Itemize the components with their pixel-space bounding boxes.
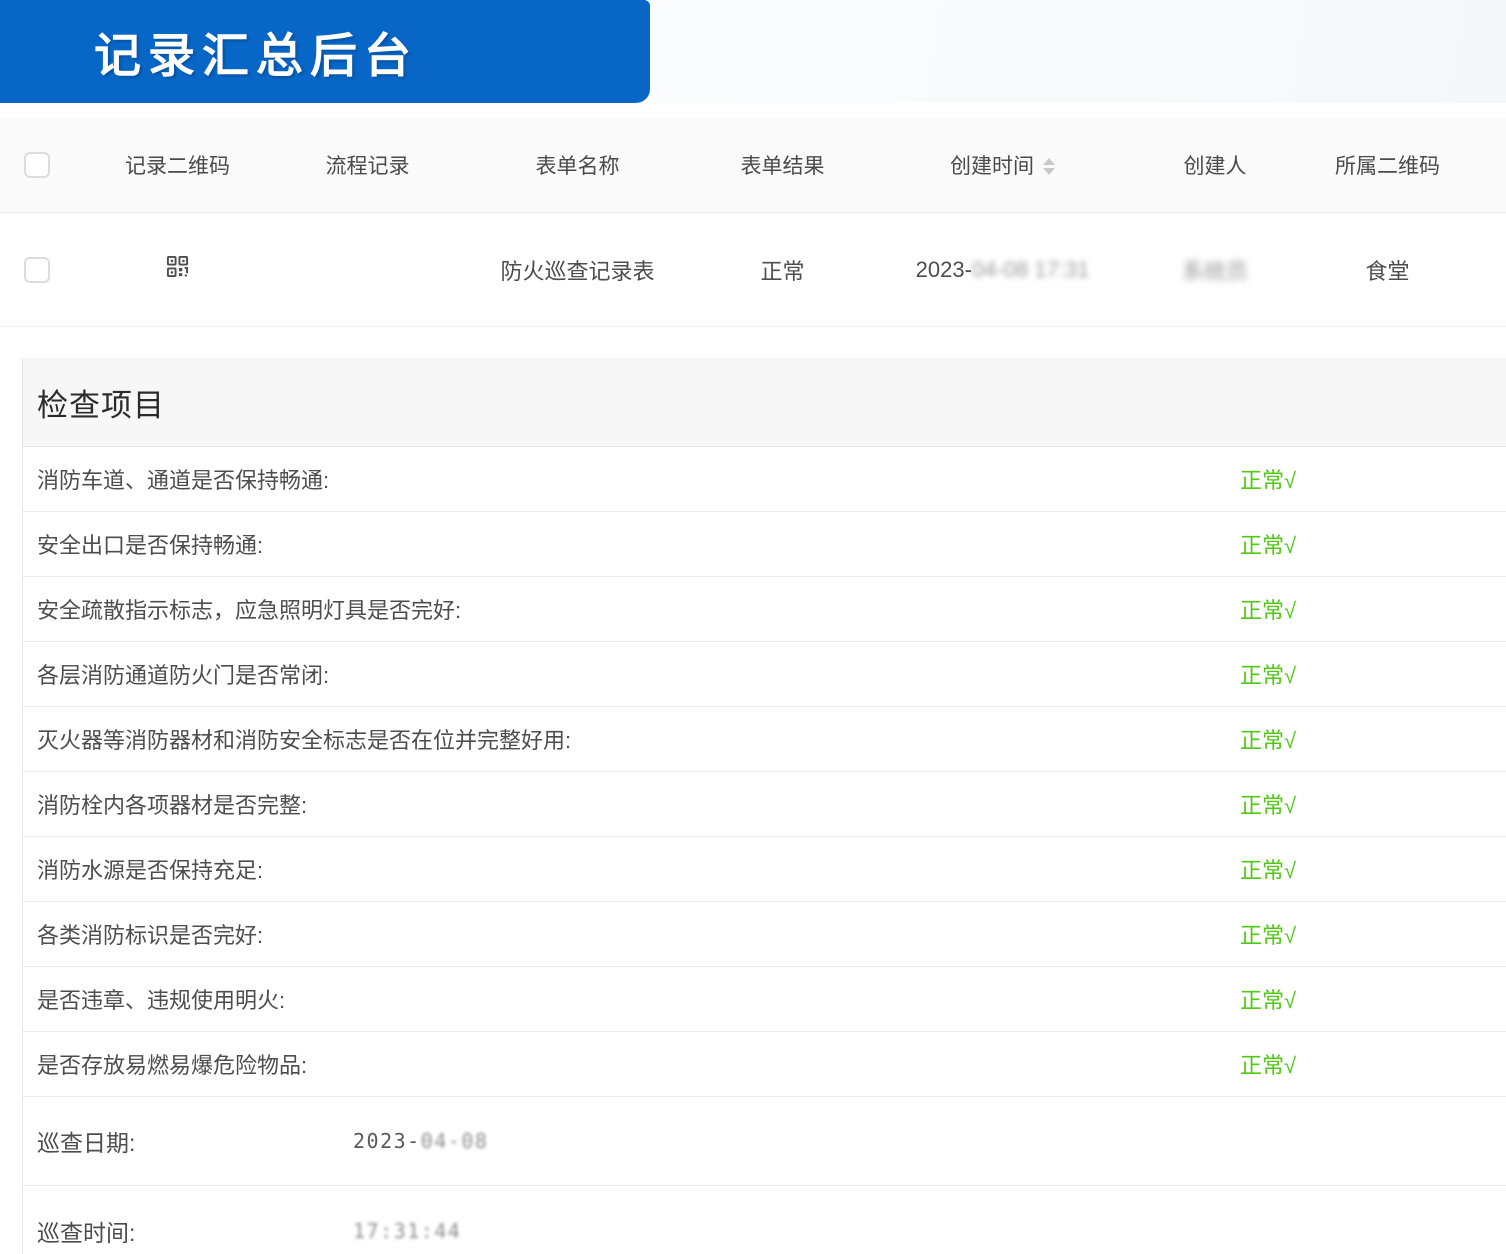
check-item-row: 安全出口是否保持畅通: 正常√	[23, 512, 1506, 577]
check-item-label: 各类消防标识是否完好:	[37, 918, 263, 950]
created-time-label: 创建时间	[950, 155, 1034, 178]
check-item-row: 各类消防标识是否完好: 正常√	[23, 902, 1506, 967]
table-header-row: 记录二维码 流程记录 表单名称 表单结果 创建时间 创建人 所属二维码	[0, 117, 1506, 213]
check-item-label: 消防车道、通道是否保持畅通:	[37, 463, 329, 495]
check-item-value: 正常√	[1240, 853, 1296, 885]
check-item-label: 各层消防通道防火门是否常闭:	[37, 658, 329, 690]
check-items-list: 消防车道、通道是否保持畅通: 正常√ 安全出口是否保持畅通: 正常√ 安全疏散指…	[23, 447, 1506, 1097]
inspection-detail-panel: 检查项目 消防车道、通道是否保持畅通: 正常√ 安全出口是否保持畅通: 正常√ …	[22, 358, 1506, 1254]
check-item-row: 消防栓内各项器材是否完整: 正常√	[23, 772, 1506, 837]
inspect-time-blurred: 17:31:44	[353, 1219, 461, 1243]
check-item-label: 安全疏散指示标志，应急照明灯具是否完好:	[37, 593, 461, 625]
created-time-blurred: 04-08 17:31	[972, 257, 1089, 282]
header-checkbox-cell	[0, 152, 75, 178]
qrcode-icon[interactable]	[166, 255, 189, 278]
inspect-time-label: 巡查时间:	[37, 1214, 135, 1248]
select-all-checkbox[interactable]	[24, 152, 50, 178]
column-header-creator: 创建人	[1140, 150, 1290, 180]
form-name-cell: 防火巡查记录表	[455, 254, 700, 286]
column-header-record-qr: 记录二维码	[75, 150, 280, 180]
sort-carets-icon[interactable]	[1043, 158, 1055, 175]
table-row: 防火巡查记录表 正常 2023-04-08 17:31 系统员 食堂	[0, 213, 1506, 327]
panel-header: 检查项目	[23, 358, 1506, 447]
inspect-time-value: 17:31:44	[353, 1219, 461, 1243]
check-item-label: 是否违章、违规使用明火:	[37, 983, 285, 1015]
page-title: 记录汇总后台	[94, 17, 418, 86]
panel-title: 检查项目	[37, 380, 165, 425]
created-time-cell: 2023-04-08 17:31	[865, 257, 1140, 283]
creator-name-blurred: 系统员	[1182, 259, 1248, 284]
check-item-value: 正常√	[1240, 788, 1296, 820]
check-item-label: 消防水源是否保持充足:	[37, 853, 263, 885]
column-header-form-result: 表单结果	[700, 150, 865, 180]
check-item-label: 安全出口是否保持畅通:	[37, 528, 263, 560]
owner-qr-cell: 食堂	[1290, 254, 1485, 286]
row-checkbox[interactable]	[24, 257, 50, 283]
inspect-date-visible: 2023-	[353, 1129, 421, 1153]
row-checkbox-cell	[0, 256, 75, 283]
check-item-value: 正常√	[1240, 528, 1296, 560]
check-item-row: 安全疏散指示标志，应急照明灯具是否完好: 正常√	[23, 577, 1506, 642]
check-item-label: 消防栓内各项器材是否完整:	[37, 788, 307, 820]
check-item-value: 正常√	[1240, 983, 1296, 1015]
check-item-value: 正常√	[1240, 723, 1296, 755]
inspect-time-row: 巡查时间: 17:31:44	[23, 1186, 1506, 1254]
inspect-date-label: 巡查日期:	[37, 1124, 135, 1158]
inspect-date-value: 2023-04-08	[353, 1129, 488, 1153]
check-item-value: 正常√	[1240, 463, 1296, 495]
check-item-row: 各层消防通道防火门是否常闭: 正常√	[23, 642, 1506, 707]
caret-up-icon[interactable]	[1043, 158, 1055, 165]
inspect-date-blurred: 04-08	[421, 1129, 489, 1153]
creator-cell: 系统员	[1140, 254, 1290, 286]
check-item-value: 正常√	[1240, 1048, 1296, 1080]
column-header-owner-qr: 所属二维码	[1290, 150, 1485, 180]
record-qr-cell	[75, 255, 280, 284]
check-item-label: 灭火器等消防器材和消防安全标志是否在位并完整好用:	[37, 723, 571, 755]
inspect-date-row: 巡查日期: 2023-04-08	[23, 1097, 1506, 1186]
spacer	[0, 103, 1506, 117]
column-header-form-name: 表单名称	[455, 150, 700, 180]
check-item-label: 是否存放易燃易爆危险物品:	[37, 1048, 307, 1080]
page-header: 记录汇总后台	[0, 0, 1506, 103]
check-item-row: 灭火器等消防器材和消防安全标志是否在位并完整好用: 正常√	[23, 707, 1506, 772]
caret-down-icon[interactable]	[1043, 168, 1055, 175]
column-header-process-record: 流程记录	[280, 150, 455, 180]
check-item-row: 消防车道、通道是否保持畅通: 正常√	[23, 447, 1506, 512]
banner: 记录汇总后台	[0, 0, 650, 103]
created-time-visible: 2023-	[916, 257, 972, 282]
check-item-value: 正常√	[1240, 658, 1296, 690]
form-result-badge: 正常	[700, 254, 865, 286]
column-header-created-time[interactable]: 创建时间	[865, 150, 1140, 180]
check-item-row: 消防水源是否保持充足: 正常√	[23, 837, 1506, 902]
check-item-row: 是否存放易燃易爆危险物品: 正常√	[23, 1032, 1506, 1097]
check-item-row: 是否违章、违规使用明火: 正常√	[23, 967, 1506, 1032]
check-item-value: 正常√	[1240, 593, 1296, 625]
check-item-value: 正常√	[1240, 918, 1296, 950]
